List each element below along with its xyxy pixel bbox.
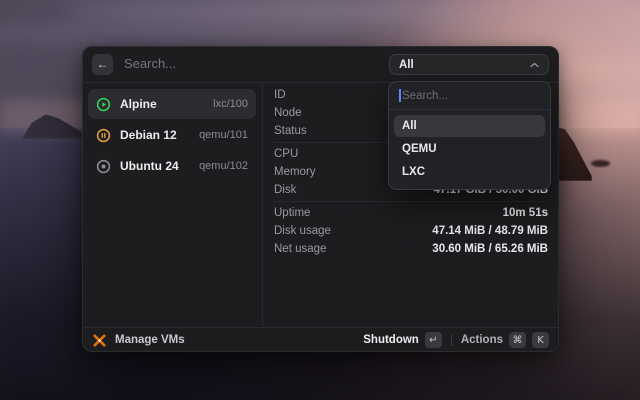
status-running-icon [96, 97, 111, 112]
filter-option-lxc[interactable]: LXC [394, 161, 545, 183]
filter-option-all[interactable]: All [394, 115, 545, 137]
window-header: ← All [82, 46, 559, 83]
filter-option-label: LXC [402, 166, 425, 178]
detail-label: Net usage [274, 243, 327, 255]
extension-title: Manage VMs [115, 334, 185, 346]
k-key-badge: K [532, 332, 549, 348]
vm-list-item-ubuntu[interactable]: Ubuntu 24 qemu/102 [88, 151, 256, 181]
detail-value: 47.14 MiB / 48.79 MiB [432, 225, 548, 237]
detail-row-net-usage: Net usage 30.60 MiB / 65.26 MiB [274, 240, 548, 258]
back-button[interactable]: ← [92, 53, 113, 75]
vm-name: Debian 12 [120, 128, 177, 142]
primary-action-button[interactable]: Shutdown [363, 334, 419, 346]
vm-id: qemu/102 [199, 160, 248, 172]
detail-label: Uptime [274, 207, 311, 219]
status-paused-icon [96, 128, 111, 143]
vm-id: qemu/101 [199, 129, 248, 141]
type-filter-value: All [399, 58, 414, 71]
proxmox-logo-icon [92, 333, 107, 348]
vm-list-item-alpine[interactable]: Alpine lxc/100 [88, 89, 256, 119]
filter-option-label: All [402, 120, 417, 132]
detail-label: Disk usage [274, 225, 331, 237]
vm-name: Alpine [120, 97, 157, 111]
detail-value: 10m 51s [502, 207, 548, 219]
details-divider [274, 201, 548, 202]
detail-label: CPU [274, 148, 299, 160]
popover-search [389, 82, 550, 110]
detail-label: Node [274, 107, 302, 119]
return-key-badge: ↵ [424, 332, 442, 348]
filter-option-label: QEMU [402, 143, 437, 155]
vm-list: Alpine lxc/100 Debian 12 qemu/101 Ubuntu… [82, 84, 263, 326]
actions-menu-button[interactable]: Actions [461, 334, 503, 346]
back-arrow-icon: ← [96, 57, 109, 71]
status-stopped-icon [96, 159, 111, 174]
manage-vms-window: ← All Alpine lxc/100 [82, 46, 559, 352]
detail-label: Status [274, 125, 307, 137]
vm-name: Ubuntu 24 [120, 159, 179, 173]
type-filter-select[interactable]: All [389, 54, 549, 75]
popover-search-input[interactable] [402, 89, 540, 102]
detail-label: Disk [274, 184, 297, 196]
command-key-badge: ⌘ [509, 332, 526, 348]
chevron-up-icon [530, 62, 539, 68]
window-footer: Manage VMs Shutdown ↵ Actions ⌘ K [82, 327, 559, 352]
detail-row-disk-usage: Disk usage 47.14 MiB / 48.79 MiB [274, 222, 548, 240]
type-filter-popover: All QEMU LXC [388, 81, 551, 190]
vm-id: lxc/100 [213, 98, 248, 110]
detail-value: 30.60 MiB / 65.26 MiB [432, 243, 548, 255]
footer-divider [450, 334, 452, 346]
vm-list-item-debian[interactable]: Debian 12 qemu/101 [88, 120, 256, 150]
detail-row-uptime: Uptime 10m 51s [274, 204, 548, 222]
detail-label: ID [274, 89, 286, 101]
footer-actions: Shutdown ↵ Actions ⌘ K [363, 332, 549, 348]
popover-options: All QEMU LXC [389, 110, 550, 189]
detail-label: Memory [274, 166, 316, 178]
text-caret [399, 89, 401, 102]
filter-option-qemu[interactable]: QEMU [394, 138, 545, 160]
